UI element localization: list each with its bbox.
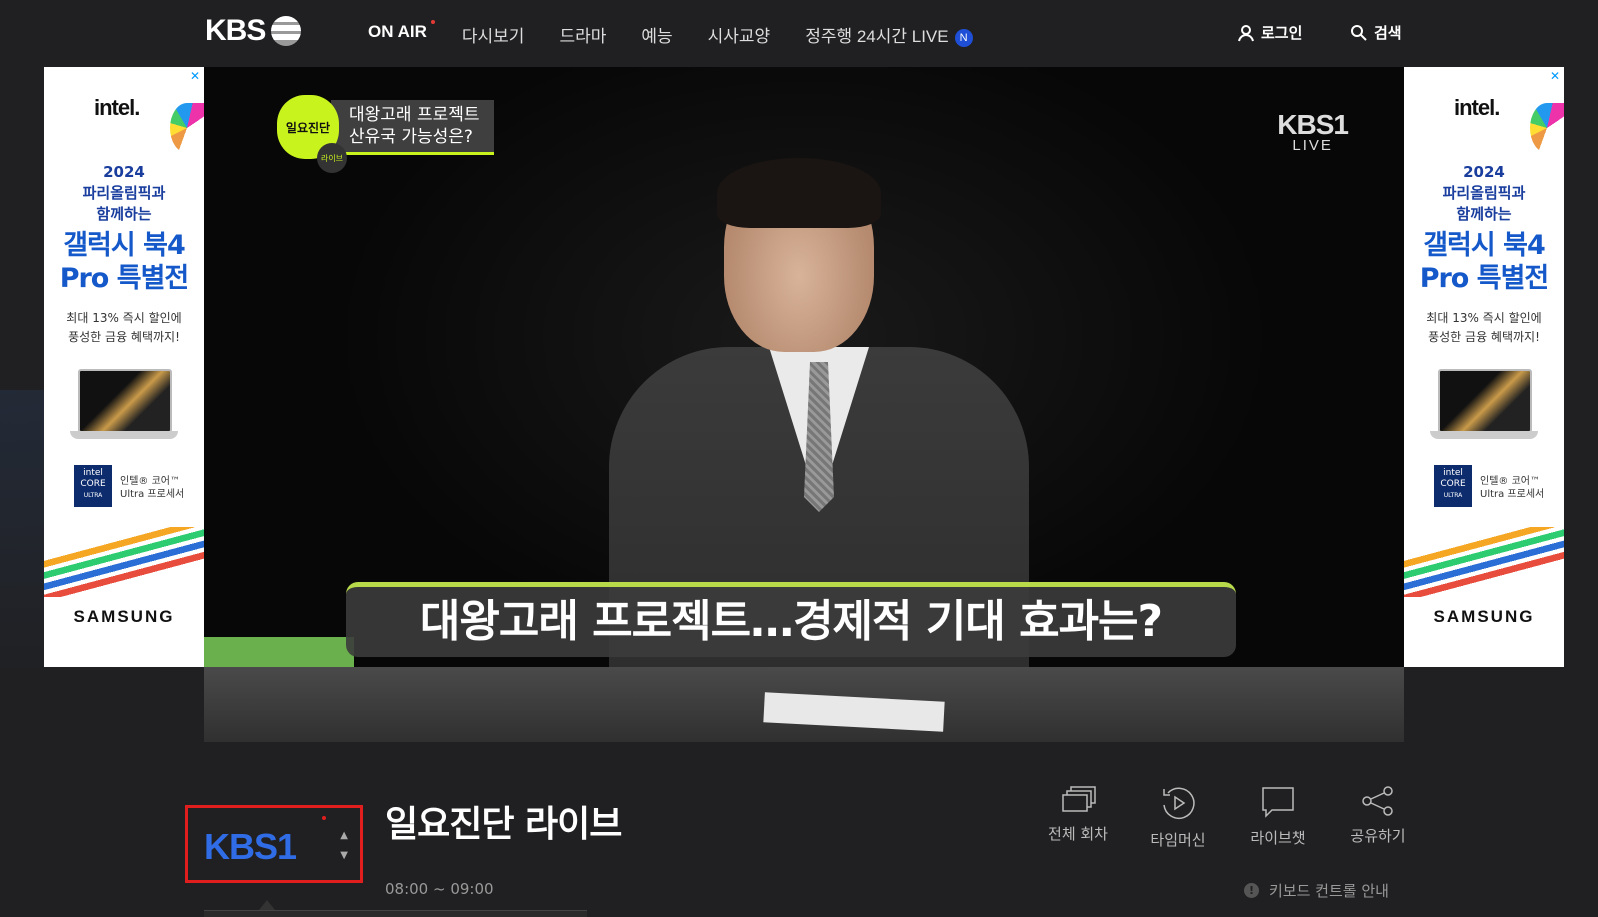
laptop-image — [78, 369, 172, 433]
nav-item-replay[interactable]: 다시보기 — [462, 22, 525, 47]
top-header: KBS ON AIR 다시보기 드라마 예능 시사교양 정주행 24시간 LIV… — [0, 0, 1598, 67]
keyboard-guide-link[interactable]: ! 키보드 컨트롤 안내 — [1244, 880, 1389, 901]
kbs-logo[interactable]: KBS — [205, 14, 302, 48]
ad-core-text: 인텔® 코어™ Ultra 프로세서 — [120, 476, 185, 500]
ad-brand: intel. — [94, 95, 140, 120]
chat-icon — [1262, 787, 1294, 818]
ad-close-icon[interactable]: ✕ — [190, 69, 200, 83]
nav-item-drama[interactable]: 드라마 — [559, 22, 606, 47]
laptop-image — [1438, 369, 1532, 433]
ad-subtext: 최대 13% 즉시 할인에 풍성한 금융 혜택까지! — [1426, 311, 1542, 344]
all-episodes-button[interactable]: 전체 회차 — [1028, 785, 1128, 850]
nav-item-onair[interactable]: ON AIR — [368, 20, 435, 47]
olympic-stripes — [44, 527, 204, 597]
channel-watermark: KBS1 LIVE — [1277, 109, 1349, 154]
channel-arrows[interactable]: ▲ ▼ — [340, 826, 348, 866]
login-button[interactable]: 로그인 — [1237, 22, 1302, 43]
live-chat-button[interactable]: 라이브챗 — [1228, 785, 1328, 850]
nav-item-24h-live[interactable]: 정주행 24시간 LIVE N — [805, 22, 973, 47]
ad-text-intro: 2024 파리올림픽과 함께하는 — [82, 163, 166, 223]
topic-caption: 대왕고래 프로젝트 산유국 가능성은? — [331, 99, 494, 155]
ad-maker: SAMSUNG — [1433, 607, 1535, 626]
live-dot-icon — [430, 20, 435, 24]
ad-text-intro: 2024 파리올림픽과 함께하는 — [1442, 163, 1526, 223]
subtitle-caption: 대왕고래 프로젝트…경제적 기대 효과는? — [346, 582, 1236, 657]
ad-close-icon[interactable]: ✕ — [1550, 69, 1560, 83]
laptop-base — [1430, 431, 1538, 439]
ad-core-text: 인텔® 코어™ Ultra 프로세서 — [1480, 476, 1545, 500]
dropdown-caret — [259, 900, 275, 910]
kbs-globe-icon — [271, 16, 302, 46]
intel-core-badge: intel CORE ULTRA — [74, 465, 112, 507]
ad-maker: SAMSUNG — [73, 607, 175, 626]
episodes-icon — [1062, 786, 1096, 812]
chevron-down-icon[interactable]: ▼ — [340, 846, 348, 866]
program-caption-tag: 일요진단 라이브 대왕고래 프로젝트 산유국 가능성은? — [277, 95, 494, 173]
time-machine-button[interactable]: 타임머신 — [1128, 785, 1228, 850]
laptop-base — [70, 431, 178, 439]
action-bar: 전체 회차 타임머신 라이브챗 공유하기 — [1028, 785, 1428, 850]
olympic-fan-icon — [1530, 103, 1564, 153]
ad-headline: 갤럭시 북4 Pro 특별전 — [1419, 230, 1550, 294]
ad-brand: intel. — [1454, 95, 1500, 120]
info-icon: ! — [1244, 883, 1259, 898]
new-badge: N — [954, 29, 973, 47]
intel-core-badge: intel CORE ULTRA — [1434, 465, 1472, 507]
nav-item-current-affairs[interactable]: 시사교양 — [708, 22, 771, 47]
program-time: 08:00 ~ 09:00 — [385, 880, 494, 898]
main-nav: ON AIR 다시보기 드라마 예능 시사교양 정주행 24시간 LIVE N — [368, 20, 1008, 47]
olympic-fan-icon — [170, 103, 204, 153]
user-icon — [1238, 24, 1254, 41]
program-tag-sub: 라이브 — [317, 143, 347, 173]
timemachine-icon — [1163, 787, 1195, 820]
channel-logo: KBS1 — [204, 826, 297, 867]
video-player[interactable]: 일요진단 라이브 대왕고래 프로젝트 산유국 가능성은? KBS1 LIVE 대… — [204, 67, 1404, 742]
left-ad-banner[interactable]: ✕ intel. 2024 파리올림픽과 함께하는 갤럭시 북4 Pro 특별전… — [44, 67, 204, 667]
live-dot-icon — [322, 816, 326, 820]
nav-item-entertainment[interactable]: 예능 — [641, 22, 672, 47]
olympic-stripes — [1404, 527, 1564, 597]
right-ad-banner[interactable]: ✕ intel. 2024 파리올림픽과 함께하는 갤럭시 북4 Pro 특별전… — [1404, 67, 1564, 667]
ad-headline: 갤럭시 북4 Pro 특별전 — [59, 230, 190, 294]
ad-subtext: 최대 13% 즉시 할인에 풍성한 금융 혜택까지! — [66, 311, 182, 344]
chevron-up-icon[interactable]: ▲ — [340, 826, 348, 846]
search-icon — [1351, 24, 1367, 41]
share-button[interactable]: 공유하기 — [1328, 785, 1428, 850]
share-icon — [1362, 786, 1393, 816]
search-button[interactable]: 검색 — [1350, 22, 1402, 43]
program-title: 일요진단 라이브 — [385, 804, 622, 845]
channel-selector[interactable]: KBS1 ▲ ▼ — [185, 805, 363, 883]
